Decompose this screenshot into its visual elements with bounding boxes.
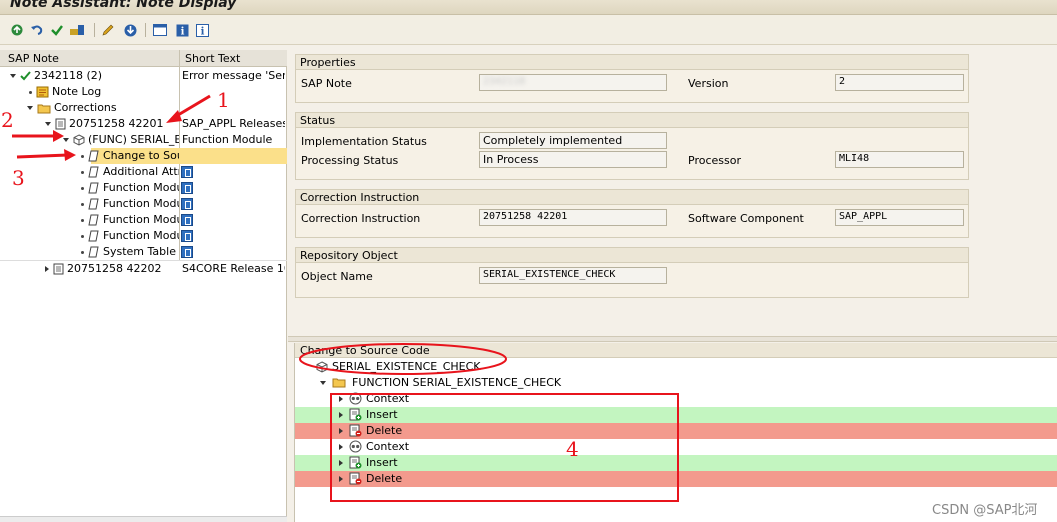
annotation-number-1: 1 bbox=[217, 88, 230, 112]
annotation-ellipse bbox=[299, 343, 507, 375]
annotation-box bbox=[330, 393, 679, 502]
annotation-arrowhead-1 bbox=[166, 110, 182, 123]
annotation-overlay bbox=[12, 94, 679, 502]
annotation-number-4: 4 bbox=[566, 437, 579, 461]
watermark: CSDN @SAP北河 bbox=[932, 503, 1038, 518]
annotation-arrowhead-2 bbox=[53, 130, 64, 142]
annotation-number-2: 2 bbox=[1, 108, 14, 132]
annotation-arrow-3 bbox=[16, 153, 69, 159]
annotation-arrowhead-3 bbox=[64, 149, 76, 161]
annotation-number-3: 3 bbox=[12, 166, 25, 190]
